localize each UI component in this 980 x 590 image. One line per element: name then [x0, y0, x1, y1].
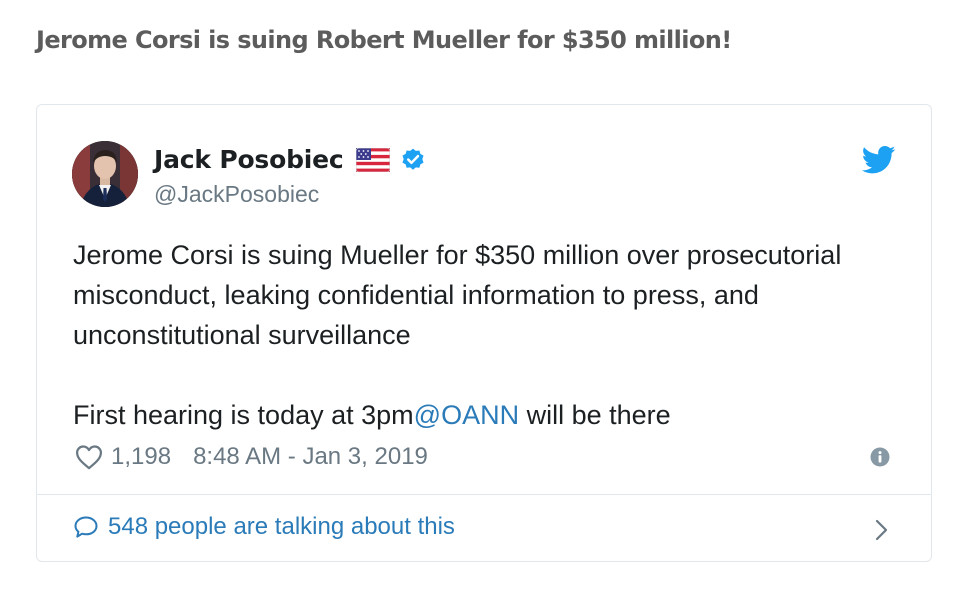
card-divider: [37, 494, 931, 495]
conversation-link[interactable]: 548 people are talking about this: [73, 513, 455, 541]
tweet-text: Jerome Corsi is suing Mueller for $350 m…: [73, 235, 913, 435]
verified-badge-icon: [400, 147, 426, 173]
author-name-row: Jack Posobiec: [154, 145, 426, 174]
conversation-count-label: 548 people are talking about this: [108, 513, 455, 540]
speech-bubble-icon: [74, 516, 98, 538]
like-count[interactable]: 1,198: [111, 443, 171, 471]
author-avatar[interactable]: [72, 141, 138, 207]
tweet-paragraph: First hearing is today at 3pm@OANN will …: [73, 395, 913, 435]
author-name[interactable]: Jack Posobiec: [154, 145, 344, 174]
paragraph-spacer: [73, 355, 913, 395]
embedded-tweet-card[interactable]: Jack Posobiec @JackPosobiec Jerome Corsi…: [36, 104, 932, 562]
tweet-meta-row: 1,198 8:48 AM - Jan 3, 2019: [75, 443, 428, 471]
tweet-timestamp[interactable]: 8:48 AM - Jan 3, 2019: [193, 443, 428, 471]
tweet-text-segment: will be there: [519, 400, 671, 430]
tweet-text-segment: First hearing is today at 3pm: [73, 400, 414, 430]
author-handle[interactable]: @JackPosobiec: [154, 181, 319, 208]
chevron-right-icon[interactable]: [874, 518, 890, 542]
article-headline: Jerome Corsi is suing Robert Mueller for…: [36, 26, 732, 54]
author-avatar-image: [72, 141, 138, 207]
us-flag-icon: [355, 147, 390, 172]
twitter-bird-icon[interactable]: [862, 145, 896, 175]
mention-link-oann[interactable]: @OANN: [414, 400, 519, 430]
tweet-paragraph: Jerome Corsi is suing Mueller for $350 m…: [73, 240, 842, 350]
heart-icon[interactable]: [75, 444, 103, 470]
info-icon[interactable]: [870, 447, 890, 467]
